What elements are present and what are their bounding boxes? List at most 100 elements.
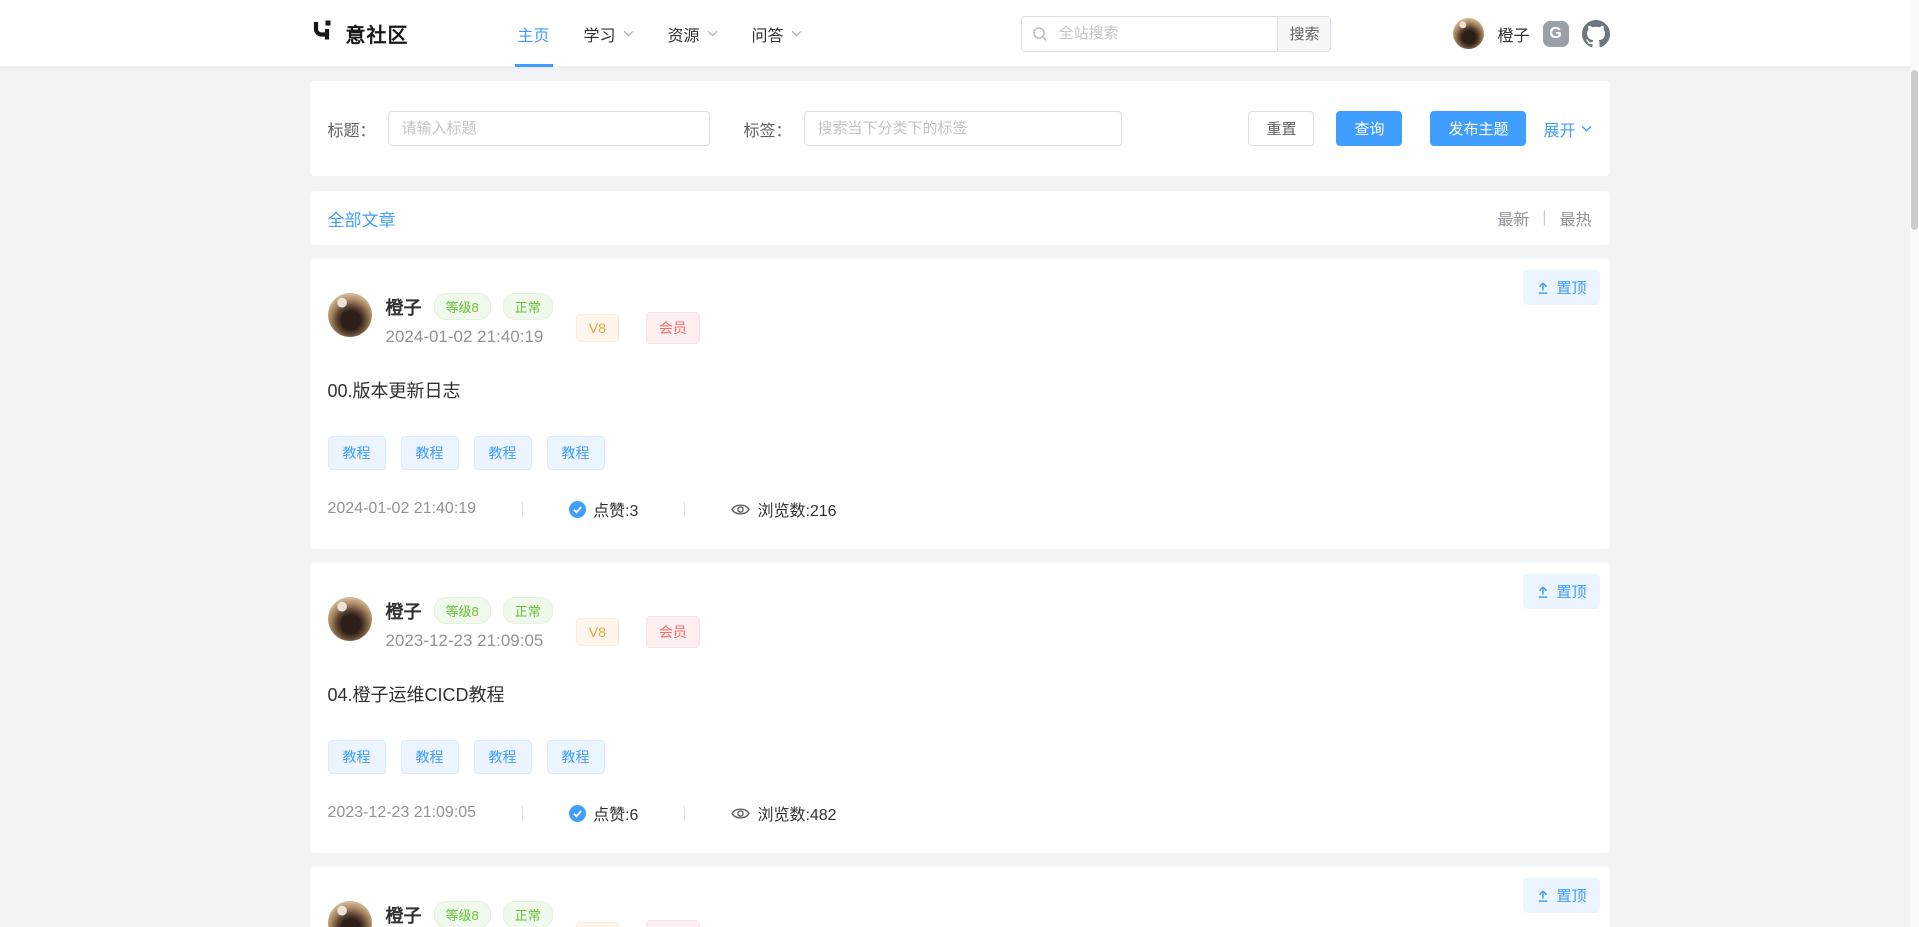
post-tag[interactable]: 教程 — [474, 436, 532, 470]
author-name[interactable]: 橙子 — [386, 598, 422, 624]
article-list-header: 全部文章 最新 | 最热 — [310, 191, 1610, 245]
reset-button[interactable]: 重置 — [1248, 111, 1314, 146]
check-circle-icon — [569, 805, 586, 822]
post-title[interactable]: 00.版本更新日志 — [328, 377, 1592, 403]
expand-label: 展开 — [1543, 117, 1575, 141]
post-tag[interactable]: 教程 — [547, 740, 605, 774]
eye-icon — [731, 806, 750, 821]
main-nav: 主页 学习 资源 问答 — [501, 0, 819, 67]
sort-group: 最新 | 最热 — [1497, 206, 1591, 230]
views-label: 浏览数:216 — [757, 497, 836, 521]
pin-button[interactable]: 置顶 — [1523, 574, 1599, 609]
footer-date: 2023-12-23 21:09:05 — [328, 804, 477, 822]
author-avatar[interactable] — [328, 597, 372, 641]
scrollbar-track — [1910, 0, 1919, 927]
footer-divider — [522, 502, 523, 517]
footer-divider — [684, 806, 685, 821]
tag-filter-label: 标签： — [744, 117, 792, 141]
title-filter-input[interactable] — [388, 111, 710, 146]
author-name[interactable]: 橙子 — [386, 294, 422, 320]
nav-tab-resources[interactable]: 资源 — [651, 0, 735, 67]
views-stat: 浏览数:216 — [731, 497, 836, 521]
post-tag[interactable]: 教程 — [547, 436, 605, 470]
likes-label: 点赞:6 — [593, 801, 638, 825]
post-tag[interactable]: 教程 — [328, 436, 386, 470]
scrollbar-thumb[interactable] — [1911, 70, 1918, 230]
likes-stat: 点赞:6 — [569, 801, 638, 825]
sort-latest[interactable]: 最新 — [1497, 206, 1529, 230]
author-avatar[interactable] — [328, 901, 372, 927]
status-badge: 正常 — [503, 901, 553, 927]
author-avatar[interactable] — [328, 293, 372, 337]
chevron-down-icon — [791, 30, 802, 37]
post-tags: 教程教程教程教程 — [328, 740, 1592, 774]
level-badge: 等级8 — [434, 597, 491, 624]
site-brand[interactable]: 意社区 — [310, 18, 409, 49]
username[interactable]: 橙子 — [1497, 22, 1529, 46]
vip-badge: V8 — [576, 618, 619, 646]
eye-icon — [731, 502, 750, 517]
chevron-down-icon — [623, 30, 634, 37]
pin-button[interactable]: 置顶 — [1523, 270, 1599, 305]
post-tag[interactable]: 教程 — [328, 740, 386, 774]
query-button[interactable]: 查询 — [1336, 111, 1402, 146]
post-card: 置顶 橙子 等级8 正常 2023-12-23 21:09:05 V8 会员 0… — [310, 562, 1610, 853]
post-footer: 2023-12-23 21:09:05 点赞:6 浏览数:482 — [328, 801, 1592, 825]
publish-topic-button[interactable]: 发布主题 — [1430, 111, 1526, 146]
vip-badge: V8 — [576, 314, 619, 342]
post-tag[interactable]: 教程 — [401, 740, 459, 774]
all-articles-tab[interactable]: 全部文章 — [328, 206, 396, 231]
filter-bar: 标题： 标签： 重置 查询 发布主题 展开 — [310, 81, 1610, 176]
title-filter-label: 标题： — [328, 117, 376, 141]
tag-filter-input[interactable] — [804, 111, 1122, 146]
check-circle-icon — [569, 501, 586, 518]
vip-badge: V8 — [576, 922, 619, 927]
nav-tab-label: 学习 — [584, 22, 616, 46]
likes-stat: 点赞:3 — [569, 497, 638, 521]
nav-tab-learn[interactable]: 学习 — [567, 0, 651, 67]
post-header: 橙子 等级8 正常 2023-12-16 15:22:38 V8 会员 — [328, 901, 1592, 927]
sort-hottest[interactable]: 最热 — [1559, 206, 1591, 230]
upload-arrow-icon — [1536, 585, 1550, 599]
footer-divider — [684, 502, 685, 517]
member-badge: 会员 — [646, 312, 700, 344]
nav-tab-qa[interactable]: 问答 — [735, 0, 819, 67]
gitee-icon[interactable]: G — [1543, 21, 1569, 47]
post-card: 置顶 橙子 等级8 正常 2024-01-02 21:40:19 V8 会员 0… — [310, 258, 1610, 549]
views-label: 浏览数:482 — [757, 801, 836, 825]
post-date: 2024-01-02 21:40:19 — [386, 327, 553, 347]
search-button[interactable]: 搜索 — [1277, 16, 1331, 52]
search-input[interactable] — [1021, 16, 1277, 52]
search-icon — [1032, 26, 1048, 42]
post-tag[interactable]: 教程 — [401, 436, 459, 470]
github-icon[interactable] — [1582, 20, 1610, 48]
nav-tab-label: 问答 — [752, 22, 784, 46]
status-badge: 正常 — [503, 293, 553, 320]
upload-arrow-icon — [1536, 889, 1550, 903]
nav-tab-label: 资源 — [668, 22, 700, 46]
post-card: 置顶 橙子 等级8 正常 2023-12-16 15:22:38 V8 会员 — [310, 866, 1610, 927]
pin-label: 置顶 — [1556, 885, 1586, 906]
post-tags: 教程教程教程教程 — [328, 436, 1592, 470]
upload-arrow-icon — [1536, 281, 1550, 295]
likes-label: 点赞:3 — [593, 497, 638, 521]
user-avatar[interactable] — [1453, 18, 1484, 49]
member-badge: 会员 — [646, 920, 700, 927]
post-footer: 2024-01-02 21:40:19 点赞:3 浏览数:216 — [328, 497, 1592, 521]
footer-date: 2024-01-02 21:40:19 — [328, 500, 477, 518]
member-badge: 会员 — [646, 616, 700, 648]
chevron-down-icon — [1581, 125, 1592, 132]
expand-toggle[interactable]: 展开 — [1543, 117, 1591, 141]
nav-tab-home[interactable]: 主页 — [501, 0, 567, 67]
pin-button[interactable]: 置顶 — [1523, 878, 1599, 913]
post-tag[interactable]: 教程 — [474, 740, 532, 774]
site-logo-icon — [310, 18, 336, 49]
level-badge: 等级8 — [434, 293, 491, 320]
post-header: 橙子 等级8 正常 2024-01-02 21:40:19 V8 会员 — [328, 293, 1592, 347]
nav-tab-label: 主页 — [518, 22, 550, 46]
post-list: 置顶 橙子 等级8 正常 2024-01-02 21:40:19 V8 会员 0… — [310, 258, 1610, 927]
views-stat: 浏览数:482 — [731, 801, 836, 825]
post-title[interactable]: 04.橙子运维CICD教程 — [328, 681, 1592, 707]
author-name[interactable]: 橙子 — [386, 902, 422, 927]
level-badge: 等级8 — [434, 901, 491, 927]
